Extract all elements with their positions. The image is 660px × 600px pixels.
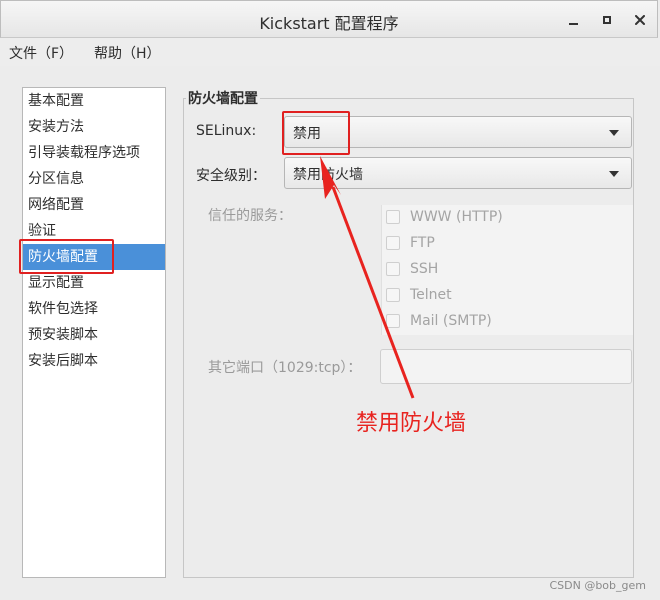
menu-file[interactable]: 文件（F） bbox=[9, 43, 73, 63]
trusted-services-list: WWW (HTTP) FTP SSH Telnet Mail (SMTP) bbox=[381, 205, 633, 335]
service-label: Telnet bbox=[410, 287, 452, 303]
sidebar-item-pre-script[interactable]: 预安装脚本 bbox=[23, 322, 165, 348]
sidebar-item-partitions[interactable]: 分区信息 bbox=[23, 166, 165, 192]
checkbox-mail-smtp[interactable] bbox=[386, 314, 400, 328]
dropdown-arrow-icon bbox=[609, 130, 619, 136]
service-ftp[interactable]: FTP bbox=[386, 232, 435, 254]
sidebar-item-packages[interactable]: 软件包选择 bbox=[23, 296, 165, 322]
menu-bar: 文件（F） 帮助（H） bbox=[0, 38, 660, 66]
other-ports-label: 其它端口（1029:tcp）： bbox=[208, 360, 362, 376]
service-label: FTP bbox=[410, 235, 435, 251]
service-telnet[interactable]: Telnet bbox=[386, 284, 452, 306]
annotation-text: 禁用防火墙 bbox=[356, 411, 467, 436]
section-title: 防火墙配置 bbox=[186, 88, 260, 108]
service-label: Mail (SMTP) bbox=[410, 313, 492, 329]
trusted-services-label: 信任的服务： bbox=[208, 208, 292, 224]
selinux-label: SELinux: bbox=[196, 123, 257, 139]
service-ssh[interactable]: SSH bbox=[386, 258, 438, 280]
sidebar-item-post-script[interactable]: 安装后脚本 bbox=[23, 348, 165, 374]
service-label: SSH bbox=[410, 261, 439, 277]
sidebar-nav: 基本配置 安装方法 引导装载程序选项 分区信息 网络配置 验证 防火墙配置 显示… bbox=[22, 87, 166, 578]
other-ports-input[interactable] bbox=[380, 349, 632, 384]
security-level-dropdown[interactable]: 禁用防火墙 bbox=[284, 157, 632, 189]
highlight-box-sidebar bbox=[19, 239, 114, 274]
sidebar-item-basic-config[interactable]: 基本配置 bbox=[23, 88, 165, 114]
checkbox-www-http[interactable] bbox=[386, 210, 400, 224]
sidebar-item-install-method[interactable]: 安装方法 bbox=[23, 114, 165, 140]
dropdown-arrow-icon bbox=[609, 171, 619, 177]
sidebar-item-network[interactable]: 网络配置 bbox=[23, 192, 165, 218]
sidebar-item-bootloader[interactable]: 引导装载程序选项 bbox=[23, 140, 165, 166]
title-bar: Kickstart 配置程序 bbox=[0, 0, 658, 38]
checkbox-ssh[interactable] bbox=[386, 262, 400, 276]
service-label: WWW (HTTP) bbox=[410, 209, 503, 225]
watermark: CSDN @bob_gem bbox=[549, 579, 646, 592]
checkbox-ftp[interactable] bbox=[386, 236, 400, 250]
close-button[interactable] bbox=[629, 9, 651, 31]
minimize-icon bbox=[568, 23, 578, 25]
service-mail-smtp[interactable]: Mail (SMTP) bbox=[386, 310, 492, 332]
maximize-icon bbox=[603, 16, 611, 24]
menu-help[interactable]: 帮助（H） bbox=[94, 43, 161, 63]
checkbox-telnet[interactable] bbox=[386, 288, 400, 302]
security-level-label: 安全级别： bbox=[196, 168, 266, 184]
window-title: Kickstart 配置程序 bbox=[259, 14, 399, 33]
maximize-button[interactable] bbox=[596, 9, 618, 31]
highlight-box-selinux bbox=[282, 111, 350, 155]
security-level-value: 禁用防火墙 bbox=[293, 167, 363, 183]
close-icon bbox=[635, 15, 645, 25]
minimize-button[interactable] bbox=[562, 9, 584, 31]
service-www-http[interactable]: WWW (HTTP) bbox=[386, 206, 503, 228]
